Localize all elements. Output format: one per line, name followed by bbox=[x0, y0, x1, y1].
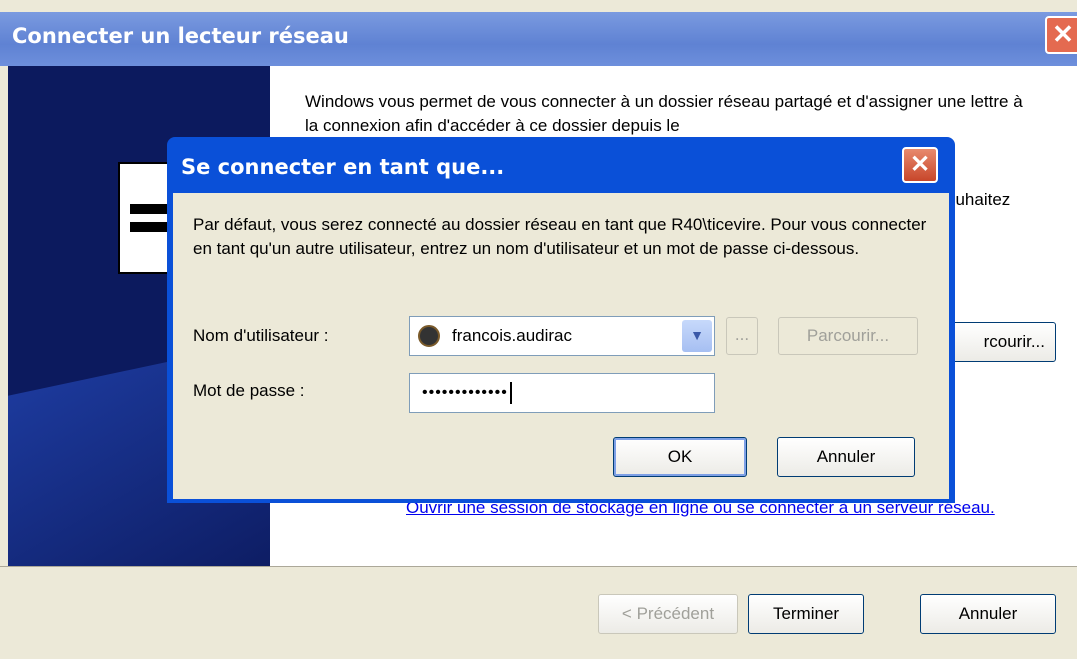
dialog-close-button[interactable]: ✕ bbox=[902, 147, 938, 183]
ellipsis-button[interactable]: ... bbox=[726, 317, 758, 355]
chevron-down-icon[interactable]: ▼ bbox=[682, 320, 712, 352]
password-field[interactable]: ••••••••••••• bbox=[409, 373, 715, 413]
text-caret bbox=[509, 381, 512, 404]
intro-fragment: ouhaitez bbox=[946, 190, 1011, 209]
dialog-title: Se connecter en tant que... bbox=[181, 155, 505, 179]
previous-button[interactable]: < Précédent bbox=[598, 594, 738, 634]
intro-text: Windows vous permet de vous connecter à … bbox=[305, 92, 1023, 135]
map-network-drive-window: Connecter un lecteur réseau ✕ Windows vo… bbox=[0, 0, 1077, 659]
finish-button[interactable]: Terminer bbox=[748, 594, 864, 634]
username-value: francois.audirac bbox=[452, 326, 573, 345]
dialog-message: Par défaut, vous serez connecté au dossi… bbox=[193, 215, 927, 258]
dialog-cancel-button[interactable]: Annuler bbox=[777, 437, 915, 477]
window-close-button[interactable]: ✕ bbox=[1045, 16, 1077, 54]
close-icon: ✕ bbox=[1052, 19, 1074, 49]
username-label: Nom d'utilisateur : bbox=[193, 326, 329, 345]
user-avatar-icon bbox=[418, 325, 440, 347]
close-icon: ✕ bbox=[909, 151, 931, 178]
connect-as-dialog: Se connecter en tant que... ✕ Par défaut… bbox=[167, 137, 955, 503]
password-value: ••••••••••••• bbox=[422, 384, 508, 401]
footer-divider bbox=[0, 566, 1077, 567]
dialog-browse-button[interactable]: Parcourir... bbox=[778, 317, 918, 355]
password-label: Mot de passe : bbox=[193, 381, 305, 400]
username-combobox[interactable]: francois.audirac ▼ bbox=[409, 316, 715, 356]
dialog-body: Par défaut, vous serez connecté au dossi… bbox=[173, 193, 949, 499]
window-title: Connecter un lecteur réseau bbox=[12, 24, 349, 48]
browse-button[interactable]: rcourir... bbox=[940, 322, 1056, 362]
cancel-button[interactable]: Annuler bbox=[920, 594, 1056, 634]
ok-button[interactable]: OK bbox=[613, 437, 747, 477]
window-titlebar[interactable]: Connecter un lecteur réseau bbox=[0, 12, 1077, 66]
